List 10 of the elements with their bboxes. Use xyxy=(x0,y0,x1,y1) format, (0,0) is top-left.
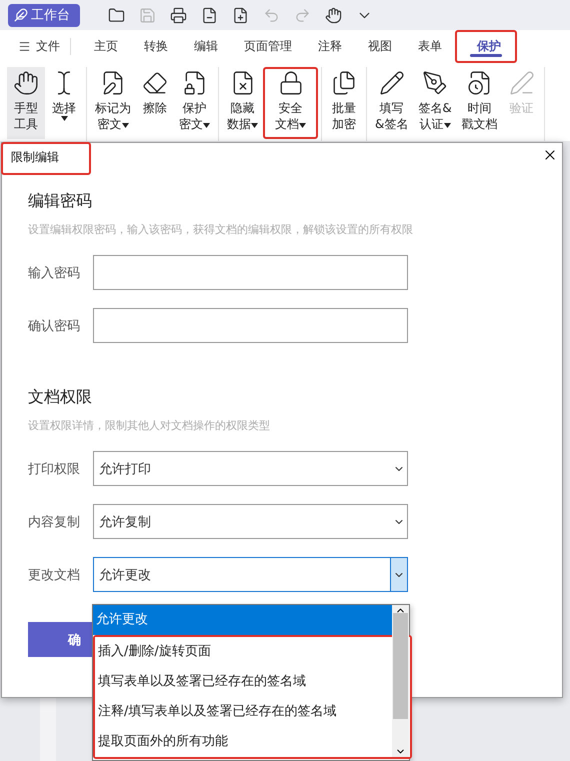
section-description: 设置权限详情，限制其他人对文档操作的权限类型 xyxy=(28,418,271,433)
field-label: 输入密码 xyxy=(28,264,81,282)
dialog-title: 限制编辑 xyxy=(1,142,91,175)
section-heading: 编辑密码 xyxy=(28,191,93,212)
field-label: 内容复制 xyxy=(28,514,81,530)
section-description: 设置编辑权限密码，输入该密码，获得文档的编辑权限，解锁该设置的所有权限 xyxy=(28,222,414,237)
field-label: 打印权限 xyxy=(28,460,81,478)
section-heading: 文档权限 xyxy=(28,387,93,408)
field-label: 确认密码 xyxy=(28,318,81,334)
field-label: 更改文档 xyxy=(28,566,81,584)
